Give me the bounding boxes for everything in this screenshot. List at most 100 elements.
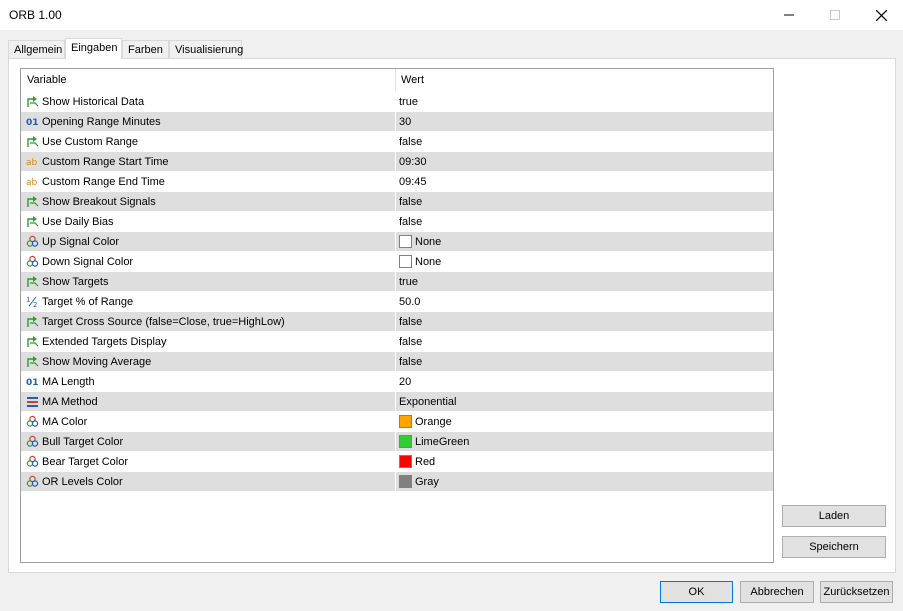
- table-row[interactable]: Show Targets true: [21, 272, 773, 292]
- color-swatch[interactable]: [399, 474, 412, 488]
- table-row[interactable]: Show Moving Average false: [21, 352, 773, 372]
- close-button[interactable]: [858, 0, 903, 30]
- row-value-text: 09:45: [399, 176, 427, 188]
- load-button[interactable]: Laden: [782, 505, 886, 527]
- table-row[interactable]: OR Levels Color Gray: [21, 472, 773, 492]
- table-row[interactable]: 01 Opening Range Minutes 30: [21, 112, 773, 132]
- cell-divider: [395, 312, 396, 331]
- row-value[interactable]: true: [399, 276, 418, 288]
- close-icon: [875, 9, 887, 21]
- table-row[interactable]: ab Custom Range Start Time 09:30: [21, 152, 773, 172]
- load-label: Laden: [818, 510, 850, 522]
- row-variable-name: Show Historical Data: [42, 96, 145, 108]
- row-variable-name: Target % of Range: [42, 296, 134, 308]
- table-row[interactable]: 01 MA Length 20: [21, 372, 773, 392]
- header-variable[interactable]: Variable: [27, 74, 67, 86]
- bool-icon: [26, 335, 39, 348]
- cell-divider: [395, 412, 396, 431]
- maximize-button[interactable]: [812, 0, 858, 30]
- color-swatch[interactable]: [399, 454, 412, 468]
- color-swatch[interactable]: [399, 414, 412, 428]
- header-value[interactable]: Wert: [401, 74, 424, 86]
- row-value[interactable]: 50.0: [399, 296, 420, 308]
- bool-icon: [26, 195, 39, 208]
- row-value-text: true: [399, 96, 418, 108]
- minimize-button[interactable]: [766, 0, 812, 30]
- color-icon: [26, 475, 39, 488]
- svg-text:ab: ab: [26, 158, 38, 168]
- cell-divider: [395, 292, 396, 311]
- table-row[interactable]: Show Breakout Signals false: [21, 192, 773, 212]
- table-row[interactable]: MA Method Exponential: [21, 392, 773, 412]
- cancel-button[interactable]: Abbrechen: [740, 581, 814, 603]
- cell-divider: [395, 152, 396, 171]
- tab-visualisierung[interactable]: Visualisierung: [169, 40, 243, 58]
- table-row[interactable]: Extended Targets Display false: [21, 332, 773, 352]
- tab-farben[interactable]: Farben: [122, 40, 169, 58]
- table-row[interactable]: Down Signal Color None: [21, 252, 773, 272]
- row-value[interactable]: false: [399, 196, 422, 208]
- table-row[interactable]: Bull Target Color LimeGreen: [21, 432, 773, 452]
- row-value[interactable]: 09:45: [399, 176, 427, 188]
- row-value[interactable]: false: [399, 356, 422, 368]
- tab-eingaben[interactable]: Eingaben: [65, 38, 122, 59]
- title-bar: ORB 1.00: [0, 0, 903, 30]
- save-button[interactable]: Speichern: [782, 536, 886, 558]
- row-value[interactable]: true: [399, 96, 418, 108]
- row-value-text: LimeGreen: [415, 436, 470, 448]
- reset-label: Zurücksetzen: [823, 586, 890, 598]
- table-row[interactable]: MA Color Orange: [21, 412, 773, 432]
- save-label: Speichern: [809, 541, 859, 553]
- row-variable-name: Up Signal Color: [42, 236, 120, 248]
- window-title: ORB 1.00: [9, 8, 62, 22]
- inputs-grid[interactable]: Variable Wert Show Historical Data true 01…: [20, 68, 774, 563]
- column-divider[interactable]: [395, 69, 396, 91]
- color-swatch[interactable]: [399, 434, 412, 448]
- table-row[interactable]: Use Custom Range false: [21, 132, 773, 152]
- row-value[interactable]: Gray: [399, 474, 439, 488]
- table-row[interactable]: ab Custom Range End Time 09:45: [21, 172, 773, 192]
- row-value-text: false: [399, 216, 423, 228]
- row-value[interactable]: false: [399, 136, 422, 148]
- fraction-icon: 12: [26, 295, 39, 309]
- row-value[interactable]: Orange: [399, 414, 452, 428]
- table-row[interactable]: Bear Target Color Red: [21, 452, 773, 472]
- integer-icon: 01: [26, 375, 39, 388]
- color-icon: [26, 415, 39, 428]
- row-value[interactable]: None: [399, 254, 441, 268]
- reset-button[interactable]: Zurücksetzen: [820, 581, 893, 603]
- row-value[interactable]: false: [399, 216, 422, 228]
- row-value[interactable]: LimeGreen: [399, 434, 470, 448]
- tab-allgemein[interactable]: Allgemein: [8, 40, 65, 58]
- svg-text:1: 1: [26, 296, 30, 304]
- row-value-text: 20: [399, 376, 412, 388]
- color-swatch[interactable]: [399, 234, 412, 248]
- color-icon: [26, 455, 39, 468]
- table-row[interactable]: Show Historical Data true: [21, 92, 773, 112]
- row-value[interactable]: false: [399, 336, 422, 348]
- row-value[interactable]: 30: [399, 116, 411, 128]
- row-variable-name: MA Color: [42, 416, 88, 428]
- table-row[interactable]: Target Cross Source (false=Close, true=H…: [21, 312, 773, 332]
- table-row[interactable]: 1 2 Target % of Range 50.0: [21, 292, 773, 312]
- row-value[interactable]: false: [399, 316, 422, 328]
- table-row[interactable]: Up Signal Color None: [21, 232, 773, 252]
- color-swatch[interactable]: [399, 254, 412, 268]
- row-value[interactable]: Red: [399, 454, 435, 468]
- tab-label: Allgemein: [14, 44, 63, 56]
- tab-panel: Variable Wert Show Historical Data true 01…: [8, 58, 896, 573]
- row-value-text: false: [399, 136, 423, 148]
- minimize-icon: [784, 14, 794, 16]
- row-variable-name: Use Custom Range: [42, 136, 138, 148]
- ok-button[interactable]: OK: [660, 581, 733, 603]
- bool-icon: [26, 315, 39, 328]
- row-variable-name: OR Levels Color: [42, 476, 123, 488]
- cell-divider: [395, 472, 396, 491]
- row-value[interactable]: None: [399, 234, 441, 248]
- row-value[interactable]: 09:30: [399, 156, 427, 168]
- row-variable-name: Show Targets: [42, 276, 109, 288]
- row-value[interactable]: 20: [399, 376, 411, 388]
- row-value-text: false: [399, 196, 423, 208]
- row-value[interactable]: Exponential: [399, 396, 457, 408]
- table-row[interactable]: Use Daily Bias false: [21, 212, 773, 232]
